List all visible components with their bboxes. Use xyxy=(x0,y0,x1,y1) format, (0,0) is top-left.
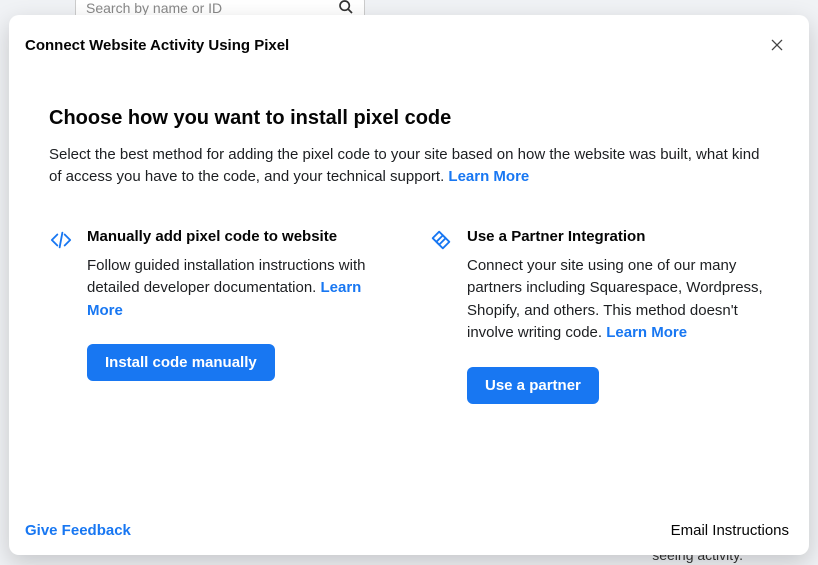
give-feedback-link[interactable]: Give Feedback xyxy=(25,522,131,539)
option-partner-title: Use a Partner Integration xyxy=(467,228,769,245)
main-description: Select the best method for adding the pi… xyxy=(49,144,769,188)
main-heading: Choose how you want to install pixel cod… xyxy=(49,107,769,130)
modal-title: Connect Website Activity Using Pixel xyxy=(25,37,289,54)
option-manual-title: Manually add pixel code to website xyxy=(87,228,389,245)
option-manual: Manually add pixel code to website Follo… xyxy=(49,228,389,404)
close-button[interactable] xyxy=(765,33,789,57)
install-manually-button[interactable]: Install code manually xyxy=(87,344,275,381)
search-placeholder: Search by name or ID xyxy=(86,0,222,16)
option-manual-description: Follow guided installation instructions … xyxy=(87,255,389,323)
modal-body: Choose how you want to install pixel cod… xyxy=(9,67,809,506)
option-partner: Use a Partner Integration Connect your s… xyxy=(429,228,769,404)
option-partner-content: Use a Partner Integration Connect your s… xyxy=(467,228,769,404)
option-partner-description: Connect your site using one of our many … xyxy=(467,255,769,345)
close-icon xyxy=(769,37,785,53)
modal-footer: Give Feedback Email Instructions xyxy=(9,506,809,555)
code-icon xyxy=(49,228,73,252)
email-instructions-link[interactable]: Email Instructions xyxy=(671,522,789,539)
partner-icon xyxy=(429,228,453,252)
learn-more-link-partner[interactable]: Learn More xyxy=(606,324,687,341)
modal-header: Connect Website Activity Using Pixel xyxy=(9,15,809,67)
use-partner-button[interactable]: Use a partner xyxy=(467,367,599,404)
main-description-text: Select the best method for adding the pi… xyxy=(49,146,759,185)
learn-more-link-main[interactable]: Learn More xyxy=(448,168,529,185)
pixel-install-modal: Connect Website Activity Using Pixel Cho… xyxy=(9,15,809,555)
install-options: Manually add pixel code to website Follo… xyxy=(49,228,769,404)
option-manual-content: Manually add pixel code to website Follo… xyxy=(87,228,389,404)
